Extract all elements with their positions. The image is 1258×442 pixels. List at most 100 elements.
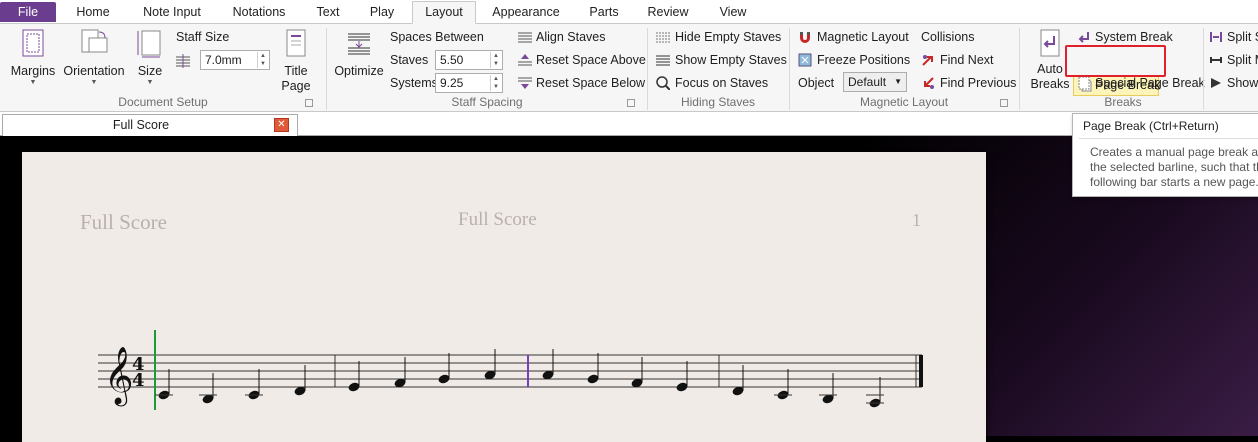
freeze-positions-button[interactable]: Freeze Positions (817, 53, 910, 67)
staves-spacing-value: 5.50 (440, 53, 464, 67)
magnet-icon (800, 32, 810, 43)
tooltip-line-1: Creates a manual page break at (1090, 145, 1258, 159)
hide-empty-staves-button[interactable]: Hide Empty Staves (675, 30, 781, 44)
tab-text[interactable]: Text (306, 2, 350, 24)
magnetic-layout-group-label: Magnetic Layout (859, 95, 949, 109)
dropdown-arrow-icon: ▼ (90, 79, 98, 86)
object-dropdown[interactable]: Default ▼ (843, 72, 907, 92)
document-tab-full-score[interactable]: Full Score ✕ (2, 114, 298, 136)
page-break-highlight-box (1065, 45, 1166, 77)
staves-spacing-input[interactable]: 5.50 ▲ ▼ (435, 50, 503, 70)
tab-appearance[interactable]: Appearance (485, 2, 567, 24)
spinner-arrows[interactable]: ▲ ▼ (490, 52, 501, 68)
find-next-button[interactable]: Find Next (940, 53, 994, 67)
dropdown-arrow-icon: ▼ (146, 79, 154, 86)
music-staff[interactable]: 𝄞 4 4 (22, 152, 986, 442)
tooltip-body: Creates a manual page break at the selec… (1090, 145, 1258, 190)
title-page-button[interactable]: Title Page (278, 28, 314, 94)
auto-breaks-icon (1040, 29, 1060, 57)
group-divider (1203, 28, 1204, 110)
freeze-positions-icon (798, 53, 812, 67)
reset-space-below-button[interactable]: Reset Space Below (536, 76, 645, 90)
margins-label: Margins (10, 64, 56, 78)
dropdown-arrow-icon: ▼ (894, 77, 902, 86)
optimize-icon (348, 33, 370, 55)
tab-home[interactable]: Home (66, 2, 120, 24)
hiding-staves-group-label: Hiding Staves (680, 95, 756, 109)
margins-icon (22, 29, 44, 57)
object-label: Object (798, 76, 835, 90)
dialog-launcher-icon[interactable] (1000, 99, 1008, 107)
system-break-icon (1078, 32, 1089, 43)
dropdown-arrow-icon: ▼ (29, 79, 37, 86)
title-page-label-1: Title (284, 64, 308, 78)
object-dropdown-value: Default (848, 75, 887, 89)
treble-clef-icon: 𝄞 (104, 346, 134, 407)
tab-view[interactable]: View (707, 2, 759, 24)
spinner-arrows[interactable]: ▲ ▼ (257, 52, 268, 68)
final-barline-thick[interactable] (919, 355, 923, 387)
tooltip-line-2: the selected barline, such that th (1090, 160, 1258, 174)
page-break-tooltip: Page Break (Ctrl+Return) Creates a manua… (1072, 113, 1258, 197)
special-page-break-button[interactable]: Special Page Break (1095, 76, 1205, 90)
split-system-button[interactable]: Split S (1227, 30, 1258, 44)
systems-spacing-value: 9.25 (440, 76, 464, 90)
find-next-icon (922, 55, 933, 66)
optimize-button[interactable]: Optimize (332, 28, 386, 79)
dialog-launcher-icon[interactable] (627, 99, 635, 107)
document-tab-row: Full Score ✕ (0, 112, 1258, 136)
document-setup-group-label: Document Setup (118, 95, 208, 109)
split-multirest-icon (1210, 57, 1222, 63)
title-page-label-2: Page (281, 79, 311, 93)
find-previous-button[interactable]: Find Previous (940, 76, 1016, 90)
staff-size-label: Staff Size (176, 30, 230, 44)
staff-size-value: 7.0mm (205, 53, 242, 67)
tab-note-input[interactable]: Note Input (133, 2, 211, 24)
show-button[interactable]: Show (1227, 76, 1258, 90)
margins-button[interactable]: Margins ▼ (6, 28, 60, 87)
tab-layout[interactable]: Layout (412, 1, 476, 24)
reset-space-below-icon (518, 77, 532, 89)
orientation-label: Orientation (63, 64, 125, 78)
tooltip-divider (1079, 138, 1258, 139)
breaks-group-label: Breaks (1104, 95, 1142, 109)
spaces-between-label: Spaces Between (390, 30, 484, 44)
reset-space-above-button[interactable]: Reset Space Above (536, 53, 646, 67)
size-button[interactable]: Size ▼ (131, 28, 169, 87)
auto-breaks-label-2: Breaks (1030, 77, 1070, 91)
staves-label: Staves (390, 53, 429, 67)
tooltip-line-3: following bar starts a new page. (1090, 175, 1258, 189)
split-multirest-button[interactable]: Split M (1227, 53, 1258, 67)
reset-space-above-icon (518, 54, 532, 66)
align-staves-button[interactable]: Align Staves (536, 30, 605, 44)
time-sig-bottom: 4 (132, 370, 145, 391)
spinner-arrows[interactable]: ▲ ▼ (490, 75, 501, 91)
orientation-icon (81, 29, 108, 53)
focus-on-staves-icon (656, 76, 670, 90)
find-previous-icon (924, 77, 934, 89)
tab-review[interactable]: Review (640, 2, 696, 24)
tab-parts[interactable]: Parts (580, 2, 628, 24)
split-system-icon (1210, 32, 1222, 42)
document-tab-label: Full Score (112, 118, 170, 132)
special-page-break-icon (1078, 76, 1090, 90)
close-icon[interactable]: ✕ (274, 118, 289, 132)
orientation-button[interactable]: Orientation ▼ (61, 28, 127, 87)
magnetic-layout-button[interactable]: Magnetic Layout (817, 30, 909, 44)
score-page[interactable]: Full Score Full Score 1 𝄞 4 4 (22, 152, 986, 442)
collisions-label: Collisions (921, 30, 975, 44)
dialog-launcher-icon[interactable] (305, 99, 313, 107)
tooltip-title: Page Break (Ctrl+Return) (1083, 119, 1219, 133)
title-page-icon (286, 29, 306, 57)
tab-file[interactable]: File (0, 2, 56, 22)
systems-label: Systems (390, 76, 438, 90)
system-break-button[interactable]: System Break (1095, 30, 1173, 44)
tab-play[interactable]: Play (360, 2, 404, 24)
show-empty-staves-icon (656, 55, 670, 66)
show-empty-staves-button[interactable]: Show Empty Staves (675, 53, 787, 67)
score-canvas[interactable]: Full Score Full Score 1 𝄞 4 4 (0, 136, 1258, 442)
staff-size-input[interactable]: 7.0mm ▲ ▼ (200, 50, 270, 70)
tab-notations[interactable]: Notations (222, 2, 296, 24)
systems-spacing-input[interactable]: 9.25 ▲ ▼ (435, 73, 503, 93)
focus-on-staves-button[interactable]: Focus on Staves (675, 76, 768, 90)
